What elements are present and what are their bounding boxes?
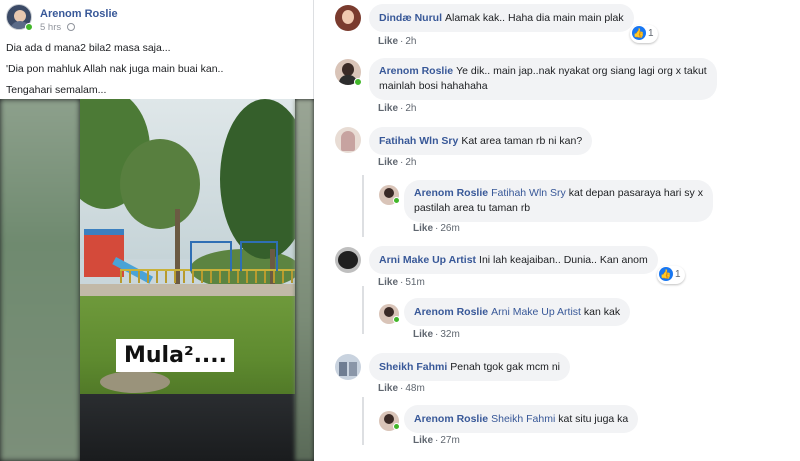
video-caption: Mula².... — [116, 339, 234, 372]
commenter-avatar[interactable] — [335, 5, 361, 31]
comment-bubble: Sheikh Fahmi Penah tgok gak mcm ni — [369, 353, 570, 381]
post-time-text[interactable]: 5 hrs — [40, 22, 61, 33]
reaction-count[interactable]: 👍 1 — [630, 25, 658, 43]
post-panel: Arenom Roslie 5 hrs Dia ada d mana2 bila… — [0, 0, 314, 461]
online-status-icon — [393, 423, 400, 430]
mention-tag[interactable]: Arni Make Up Artist — [491, 306, 581, 318]
like-button[interactable]: Like — [378, 383, 398, 394]
post-line: 'Dia pon mahluk Allah nak juga main buai… — [6, 63, 224, 75]
comment-time[interactable]: 2h — [405, 103, 416, 114]
online-status-icon — [25, 23, 33, 31]
comments-panel: Dindæ Nurul Alamak kak.. Haha dia main ma… — [314, 0, 800, 461]
reply-text: kat depan pasaraya hari sy x — [568, 187, 703, 199]
post-timestamp[interactable]: 5 hrs — [40, 22, 75, 33]
like-reaction-icon: 👍 — [632, 25, 646, 40]
globe-icon — [66, 23, 75, 31]
commenter-avatar[interactable] — [335, 354, 361, 380]
comment-text: Ye dik.. main jap..nak nyakat org siang … — [456, 65, 707, 77]
reply-time[interactable]: 32m — [440, 329, 459, 340]
reply-time[interactable]: 27m — [440, 435, 459, 446]
post-header: Arenom Roslie 5 hrs — [6, 4, 306, 34]
like-button[interactable]: Like — [413, 223, 433, 234]
comment-actions: Like · 2h — [378, 36, 417, 47]
reaction-count-text: 1 — [648, 28, 654, 39]
online-status-icon — [393, 316, 400, 323]
video-frame[interactable]: Mula².... — [80, 99, 295, 461]
post-text: Dia ada d mana2 bila2 masa saja... 'Dia … — [6, 41, 306, 104]
comment-bubble: Fatihah Wln Sry Kat area taman rb ni kan? — [369, 127, 593, 155]
comment-time[interactable]: 48m — [405, 383, 424, 394]
comment-actions: Like · 2h — [378, 157, 417, 168]
commenter-name[interactable]: Dindæ Nurul — [379, 12, 442, 24]
post-author-name[interactable]: Arenom Roslie — [40, 8, 118, 20]
comment-time[interactable]: 2h — [405, 157, 416, 168]
online-status-icon — [354, 78, 362, 86]
comment-text: Alamak kak.. Haha dia main main plak — [445, 12, 624, 24]
replier-name[interactable]: Arenom Roslie — [414, 413, 488, 425]
reply-time[interactable]: 26m — [440, 223, 459, 234]
comment-bubble: Arni Make Up Artist Ini lah keajaiban.. D… — [369, 246, 658, 274]
commenter-name[interactable]: Sheikh Fahmi — [379, 361, 447, 373]
commenter-name[interactable]: Fatihah Wln Sry — [379, 135, 458, 147]
comment-actions: Like · 48m — [378, 383, 425, 394]
reply-bubble: Arenom Roslie Fatihah Wln Sry kat depan p… — [404, 180, 713, 222]
video-blur-left — [0, 99, 80, 461]
reply-actions: Like · 27m — [413, 435, 460, 446]
comment-time[interactable]: 51m — [405, 277, 424, 288]
replier-name[interactable]: Arenom Roslie — [414, 306, 488, 318]
like-reaction-icon: 👍 — [659, 266, 673, 281]
comment-text: Kat area taman rb ni kan? — [461, 135, 583, 147]
comment-text-continued: mainlah bosi hahahaha — [379, 80, 488, 92]
reaction-count-text: 1 — [675, 269, 681, 280]
reply-thread-line — [362, 397, 364, 445]
reply-bubble: Arenom Roslie Sheikh Fahmi kat situ juga … — [404, 405, 639, 433]
post-video[interactable]: Mula².... — [0, 99, 314, 461]
reply-text: kat situ juga ka — [558, 413, 629, 425]
reply-thread-line — [362, 175, 364, 237]
online-status-icon — [393, 197, 400, 204]
comment-time[interactable]: 2h — [405, 36, 416, 47]
reply-actions: Like · 32m — [413, 329, 460, 340]
like-button[interactable]: Like — [378, 277, 398, 288]
reply-text: kan kak — [583, 306, 621, 318]
commenter-avatar[interactable] — [335, 247, 361, 273]
like-button[interactable]: Like — [378, 36, 398, 47]
like-button[interactable]: Like — [413, 435, 433, 446]
reply-actions: Like · 26m — [413, 223, 460, 234]
comment-text: Ini lah keajaiban.. Dunia.. Kan anom — [479, 254, 648, 266]
reply-text-continued: pastilah area tu taman rb — [414, 202, 531, 214]
like-button[interactable]: Like — [378, 157, 398, 168]
commenter-name[interactable]: Arni Make Up Artist — [379, 254, 476, 266]
replier-name[interactable]: Arenom Roslie — [414, 187, 488, 199]
mention-tag[interactable]: Sheikh Fahmi — [491, 413, 555, 425]
reply-thread-line — [362, 286, 364, 334]
post-line: Dia ada d mana2 bila2 masa saja... — [6, 42, 171, 54]
commenter-name[interactable]: Arenom Roslie — [379, 65, 453, 77]
like-button[interactable]: Like — [413, 329, 433, 340]
commenter-avatar[interactable] — [335, 127, 361, 153]
like-button[interactable]: Like — [378, 103, 398, 114]
reply-bubble: Arenom Roslie Arni Make Up Artist kan kak — [404, 298, 631, 326]
comment-text: Penah tgok gak mcm ni — [450, 361, 560, 373]
comment-actions: Like · 51m — [378, 277, 425, 288]
reaction-count[interactable]: 👍 1 — [657, 266, 685, 284]
comment-bubble: Arenom Roslie Ye dik.. main jap..nak nyak… — [369, 58, 717, 100]
comment-actions: Like · 2h — [378, 103, 417, 114]
video-blur-right — [295, 99, 314, 461]
comment-bubble: Dindæ Nurul Alamak kak.. Haha dia main ma… — [369, 4, 634, 32]
mention-tag[interactable]: Fatihah Wln Sry — [491, 187, 566, 199]
